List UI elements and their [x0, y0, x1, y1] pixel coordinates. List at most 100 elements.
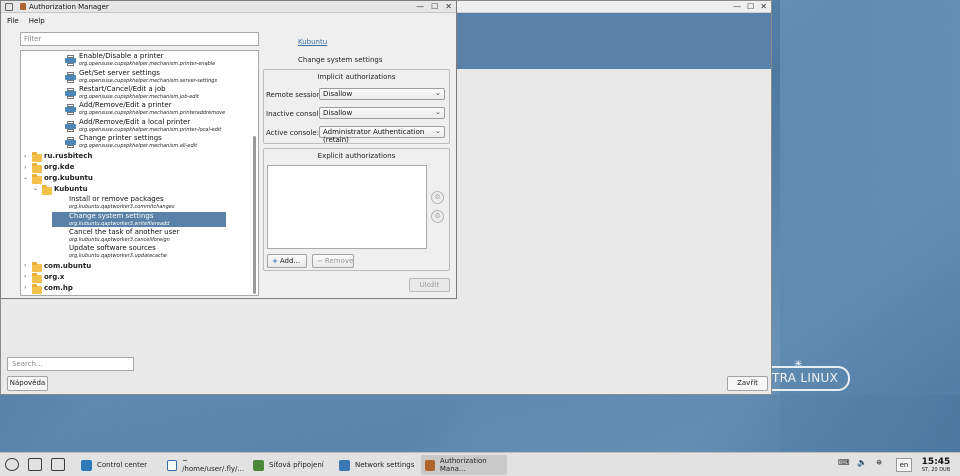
control-center-search-input[interactable]: Search...: [7, 357, 134, 371]
edit-icon[interactable]: ⚙: [431, 210, 444, 223]
task-authorization-manager[interactable]: Authorization Mana...: [421, 455, 507, 475]
action-id: org.kubuntu.qaptworker3.canceliforeign: [69, 237, 170, 243]
action-id: org.opensuse.cupspkhelper.mechanism.prin…: [79, 61, 216, 67]
tree-folder-com-ubuntu[interactable]: com.ubuntu: [44, 262, 91, 270]
date: ST, 20 DUB: [921, 467, 951, 473]
collapse-arrow-icon[interactable]: ⌄: [23, 174, 28, 181]
inactive-console-value: Disallow: [323, 109, 353, 117]
desktop-icon[interactable]: [51, 458, 65, 471]
remote-session-value: Disallow: [323, 90, 353, 98]
help-button[interactable]: Nápověda: [7, 376, 48, 391]
action-name[interactable]: Add/Remove/Edit a printer: [79, 101, 172, 109]
menu-file[interactable]: File: [7, 17, 19, 25]
folder-icon: [42, 185, 52, 195]
chevron-down-icon: ⌄: [435, 89, 441, 97]
expand-arrow-icon[interactable]: ›: [24, 262, 26, 269]
desktop-shape: [0, 395, 960, 452]
menu-help[interactable]: Help: [29, 17, 45, 25]
action-name[interactable]: Cancel the task of another user: [69, 228, 179, 236]
minimize-icon[interactable]: —: [733, 2, 741, 11]
task-label: Síťová připojení: [269, 461, 324, 469]
network-tray-icon[interactable]: ⛯: [876, 458, 882, 468]
windows-icon[interactable]: [28, 458, 42, 471]
network-icon: [253, 459, 264, 471]
task-terminal[interactable]: ~ /home/user/.fly/...: [163, 455, 245, 475]
action-id: org.opensuse.cupspkhelper.mechanism.job-…: [79, 94, 199, 100]
explicit-title: Explicit authorizations: [317, 152, 396, 160]
start-menu-icon[interactable]: [5, 458, 19, 471]
printer-icon: [65, 104, 76, 115]
close-button[interactable]: Zavřít: [727, 376, 768, 391]
inactive-console-select[interactable]: Disallow ⌄: [319, 107, 445, 119]
menubar: File Help: [1, 14, 456, 28]
collapse-arrow-icon[interactable]: ⌄: [33, 185, 38, 192]
remote-session-label: Remote session:: [266, 91, 324, 99]
folder-icon: [32, 284, 42, 294]
close-icon[interactable]: ✕: [760, 2, 767, 11]
authorization-manager-icon: [425, 459, 435, 471]
expand-arrow-icon[interactable]: ›: [24, 164, 26, 171]
action-name[interactable]: Restart/Cancel/Edit a job: [79, 85, 166, 93]
authorization-manager-window: Authorization Manager — ☐ ✕ File Help Fi…: [0, 0, 457, 299]
action-name[interactable]: Add/Remove/Edit a local printer: [79, 118, 190, 126]
task-label: Authorization Mana...: [439, 457, 487, 473]
app-icon: [20, 3, 26, 10]
file-manager-icon: [167, 459, 178, 471]
expand-arrow-icon[interactable]: ›: [24, 273, 26, 280]
remove-button[interactable]: − Remove: [312, 254, 354, 268]
explicit-authorizations-list[interactable]: [267, 165, 427, 249]
window-title: Authorization Manager: [29, 3, 109, 11]
add-button[interactable]: + Add...: [267, 254, 307, 268]
task-control-center[interactable]: Control center: [77, 455, 159, 475]
action-name[interactable]: Change system settings: [69, 212, 153, 220]
network-settings-icon: [339, 459, 350, 471]
action-tree[interactable]: Enable/Disable a printer org.opensuse.cu…: [20, 50, 259, 296]
active-console-select[interactable]: Administrator Authentication (retain) ⌄: [319, 126, 445, 144]
clock[interactable]: 15:45: [921, 457, 951, 467]
remove-button-label: Remove: [324, 257, 354, 265]
maximize-icon[interactable]: ☐: [747, 2, 754, 11]
tree-folder-kde[interactable]: org.kde: [44, 163, 74, 171]
expand-arrow-icon[interactable]: ›: [24, 284, 26, 291]
action-name[interactable]: Update software sources: [69, 244, 156, 252]
volume-icon[interactable]: 🔈: [857, 458, 867, 467]
task-network-settings[interactable]: Network settings: [335, 455, 417, 475]
folder-icon: [32, 152, 42, 162]
vendor-link[interactable]: Kubuntu: [298, 38, 327, 46]
desktop-logo: TRA LINUX: [768, 366, 850, 391]
language-indicator[interactable]: en: [896, 458, 912, 472]
tree-folder-org-x[interactable]: org.x: [44, 273, 64, 281]
action-id: org.kubuntu.qaptworker3.commitchanges: [69, 204, 175, 210]
action-name[interactable]: Get/Set server settings: [79, 69, 160, 77]
action-name[interactable]: Install or remove packages: [69, 195, 164, 203]
tree-folder-kubuntu-sub[interactable]: Kubuntu: [54, 185, 88, 193]
plus-icon: +: [272, 257, 278, 265]
action-name[interactable]: Enable/Disable a printer: [79, 52, 164, 60]
folder-icon: [32, 262, 42, 272]
window-menu-icon[interactable]: [5, 3, 13, 11]
action-id: org.kubuntu.qaptworker3.writefilereadd: [69, 221, 170, 227]
expand-arrow-icon[interactable]: ›: [24, 153, 26, 160]
tree-scrollbar[interactable]: [253, 136, 256, 294]
save-button[interactable]: Uložit: [409, 278, 450, 292]
selected-action-row[interactable]: Change system settings org.kubuntu.qaptw…: [52, 212, 226, 227]
action-id: org.kubuntu.qaptworker3.updatecache: [69, 253, 167, 259]
folder-icon: [32, 174, 42, 184]
keyboard-icon[interactable]: ⌨: [838, 458, 850, 467]
edit-icon[interactable]: ⚙: [431, 191, 444, 204]
minimize-icon[interactable]: —: [416, 2, 424, 11]
close-icon[interactable]: ✕: [445, 2, 452, 11]
tree-folder-rusbitech[interactable]: ru.rusbitech: [44, 152, 92, 160]
action-name[interactable]: Change printer settings: [79, 134, 162, 142]
task-label: Control center: [97, 461, 148, 469]
tree-folder-kubuntu[interactable]: org.kubuntu: [44, 174, 93, 182]
task-label: ~ /home/user/.fly/...: [182, 457, 245, 473]
maximize-icon[interactable]: ☐: [431, 2, 438, 11]
action-id: org.opensuse.cupspkhelper.mechanism.prin…: [79, 127, 222, 133]
implicit-title: Implicit authorizations: [317, 73, 396, 81]
filter-input[interactable]: Filter: [20, 32, 259, 46]
folder-icon: [32, 273, 42, 283]
task-network-connections[interactable]: Síťová připojení: [249, 455, 331, 475]
tree-folder-com-hp[interactable]: com.hp: [44, 284, 73, 292]
remote-session-select[interactable]: Disallow ⌄: [319, 88, 445, 100]
